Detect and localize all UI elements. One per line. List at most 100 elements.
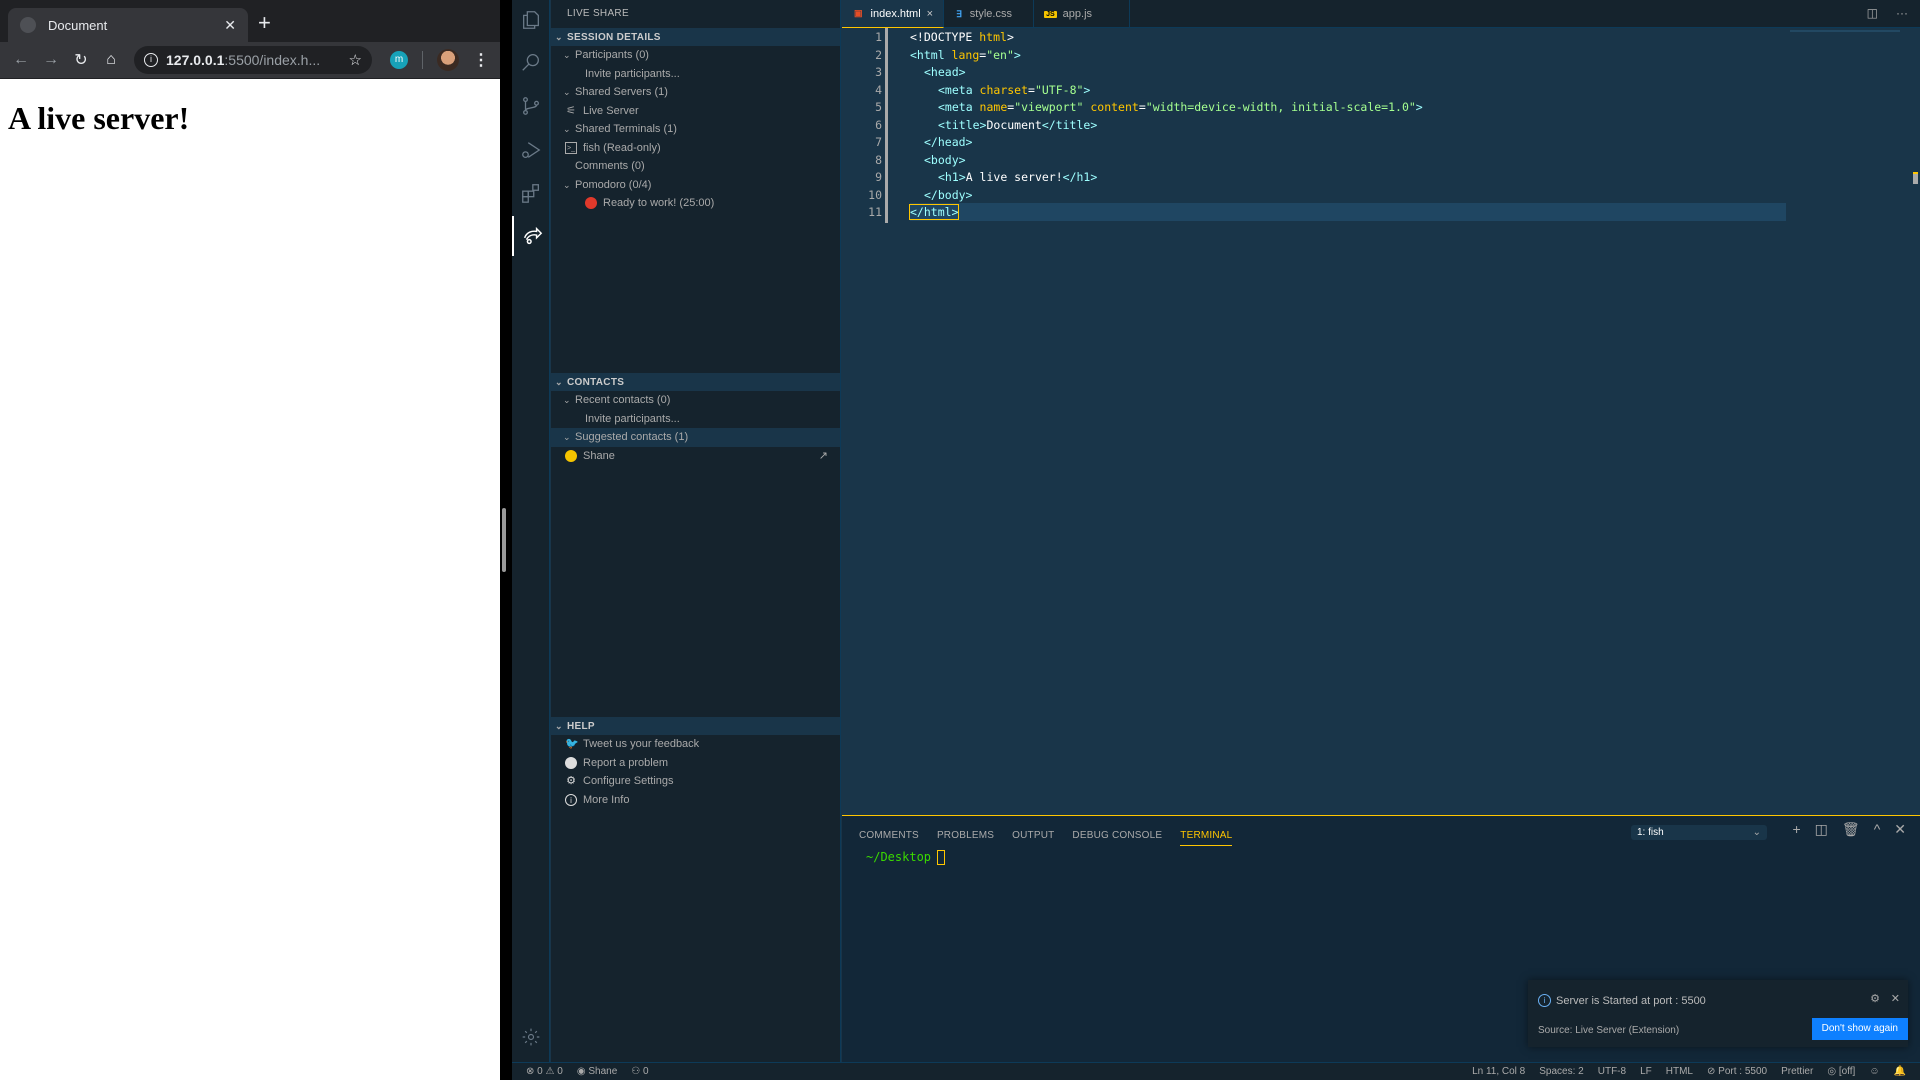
code-token: "viewport" [1014,100,1084,114]
js-file-icon: JS [1044,10,1057,18]
tree-participants[interactable]: ⌄ Participants (0) [551,46,840,65]
tab-index-html[interactable]: ▣ index.html × [842,0,945,28]
tree-recent-contacts[interactable]: ⌄ Recent contacts (0) [551,391,840,410]
tree-live-server[interactable]: ⚟ Live Server [551,102,840,121]
code-token: > [1013,48,1021,62]
source-control-icon[interactable] [512,86,550,126]
search-icon[interactable] [512,42,550,82]
code-token: = [1028,83,1035,97]
extensions-icon[interactable] [512,173,550,213]
home-button[interactable]: ⌂ [96,51,126,69]
tree-label: Report a problem [583,756,668,769]
close-tab-icon[interactable]: × [927,8,933,20]
code-token: <title> [938,118,987,132]
end-of-line[interactable]: LF [1640,1066,1652,1077]
back-button[interactable]: ← [6,51,36,69]
line-number: 3 [875,65,882,79]
profile-avatar[interactable] [437,49,459,71]
browser-tab[interactable]: Document ✕ [8,8,248,42]
tree-label: Invite participants... [585,67,680,80]
problems-status[interactable]: ⊗ 0 ⚠ 0 [526,1066,563,1077]
encoding[interactable]: UTF-8 [1598,1066,1626,1077]
panel-tab-terminal[interactable]: TERMINAL [1180,830,1233,846]
reload-button[interactable]: ↻ [66,50,96,70]
external-link-icon[interactable]: ↗ [819,447,828,466]
panel-tab-comments[interactable]: COMMENTS [859,830,919,846]
more-info-link[interactable]: i More Info [551,791,840,810]
tree-fish-terminal[interactable]: >_ fish (Read-only) [551,139,840,158]
report-problem-link[interactable]: Report a problem [551,754,840,773]
error-count: 0 [537,1066,543,1077]
more-actions-icon[interactable]: ··· [1896,6,1908,20]
close-icon[interactable]: ✕ [1891,992,1900,1005]
panel-tab-problems[interactable]: PROBLEMS [937,830,994,846]
contact-shane[interactable]: Shane ↗ [551,447,840,466]
editor-tabs: ▣ index.html × ∃ style.css JS app.js [842,0,1920,28]
close-panel-icon[interactable]: ✕ [1894,821,1906,838]
tree-suggested-contacts[interactable]: ⌄ Suggested contacts (1) [551,428,840,447]
tab-label: index.html [870,7,921,20]
globe-icon [20,17,36,33]
language-mode[interactable]: HTML [1666,1066,1693,1077]
participants-icon: ⚇ [631,1066,644,1077]
section-contacts[interactable]: ⌄ CONTACTS [551,373,840,391]
gear-icon[interactable]: ⚙ [1870,992,1880,1005]
new-tab-button[interactable]: + [258,10,271,36]
panel-tab-output[interactable]: OUTPUT [1012,830,1054,846]
page-heading: A live server! [8,100,190,136]
live-server-port[interactable]: ⊘ Port : 5500 [1707,1066,1767,1077]
bookmark-star-icon[interactable]: ☆ [349,51,362,69]
terminal-prompt[interactable]: ~/Desktop [866,850,946,865]
panel-tab-debug-console[interactable]: DEBUG CONSOLE [1072,830,1162,846]
tree-comments[interactable]: Comments (0) [551,157,840,176]
tree-pomodoro-timer[interactable]: Ready to work! (25:00) [551,194,840,213]
broadcast-icon: ◉ [576,1066,589,1077]
section-help[interactable]: ⌄ HELP [551,717,840,735]
github-icon [565,756,577,769]
cursor-position[interactable]: Ln 11, Col 8 [1472,1066,1525,1077]
contacts-section: ⌄ CONTACTS ⌄ Recent contacts (0) Invite pa… [551,373,840,465]
tree-shared-servers[interactable]: ⌄ Shared Servers (1) [551,83,840,102]
split-terminal-icon[interactable]: ◫ [1815,821,1828,838]
tree-pomodoro[interactable]: ⌄ Pomodoro (0/4) [551,176,840,195]
code-token: <head> [924,65,966,79]
window-resize-handle[interactable] [502,508,506,572]
tweet-feedback-link[interactable]: 🐦 Tweet us your feedback [551,735,840,754]
info-icon[interactable]: i [144,53,158,67]
feedback-icon[interactable]: ☺ [1869,1066,1879,1077]
forward-button[interactable]: → [36,51,66,69]
prettier-status[interactable]: Prettier [1781,1066,1813,1077]
panel-tabs: COMMENTS PROBLEMS OUTPUT DEBUG CONSOLE T… [859,830,1233,846]
extension-icon[interactable]: m [390,51,408,69]
new-terminal-icon[interactable]: + [1792,821,1800,838]
indentation[interactable]: Spaces: 2 [1539,1066,1583,1077]
manage-gear-icon[interactable] [512,1017,550,1057]
trash-icon[interactable]: 🗑 [1842,821,1860,838]
live-share-user[interactable]: ◉ Shane [577,1066,617,1077]
live-status[interactable]: ◎ [off] [1827,1066,1855,1077]
close-tab-icon[interactable]: ✕ [224,17,236,34]
maximize-panel-icon[interactable]: ^ [1874,821,1881,838]
code-token: </html> [908,204,960,220]
eye-icon: ◎ [1827,1066,1839,1077]
tree-shared-terminals[interactable]: ⌄ Shared Terminals (1) [551,120,840,139]
address-bar[interactable]: i 127.0.0.1 :5500/index.h... ☆ [134,46,372,74]
gear-icon: ⚙ [566,775,576,788]
invite-participants-link[interactable]: Invite participants... [551,410,840,429]
participants-status[interactable]: ⚇ 0 [631,1066,648,1077]
section-session-details[interactable]: ⌄ SESSION DETAILS [551,28,840,46]
live-share-icon[interactable] [512,216,550,256]
browser-menu-icon[interactable]: ⋮ [473,50,489,70]
terminal-select[interactable]: 1: fish ⌄ [1631,825,1767,840]
tab-app-js[interactable]: JS app.js [1034,0,1131,28]
minimap[interactable] [1790,30,1900,50]
dont-show-again-button[interactable]: Don't show again [1811,1018,1908,1040]
split-editor-icon[interactable]: ◫ [1867,6,1878,20]
tab-style-css[interactable]: ∃ style.css [944,0,1035,28]
notifications-bell-icon[interactable]: 🔔 [1894,1066,1906,1077]
configure-settings-link[interactable]: ⚙ Configure Settings [551,772,840,791]
line-number: 11 [868,205,882,219]
invite-participants-link[interactable]: Invite participants... [551,65,840,84]
explorer-icon[interactable] [512,0,550,40]
run-debug-icon[interactable] [512,130,550,170]
